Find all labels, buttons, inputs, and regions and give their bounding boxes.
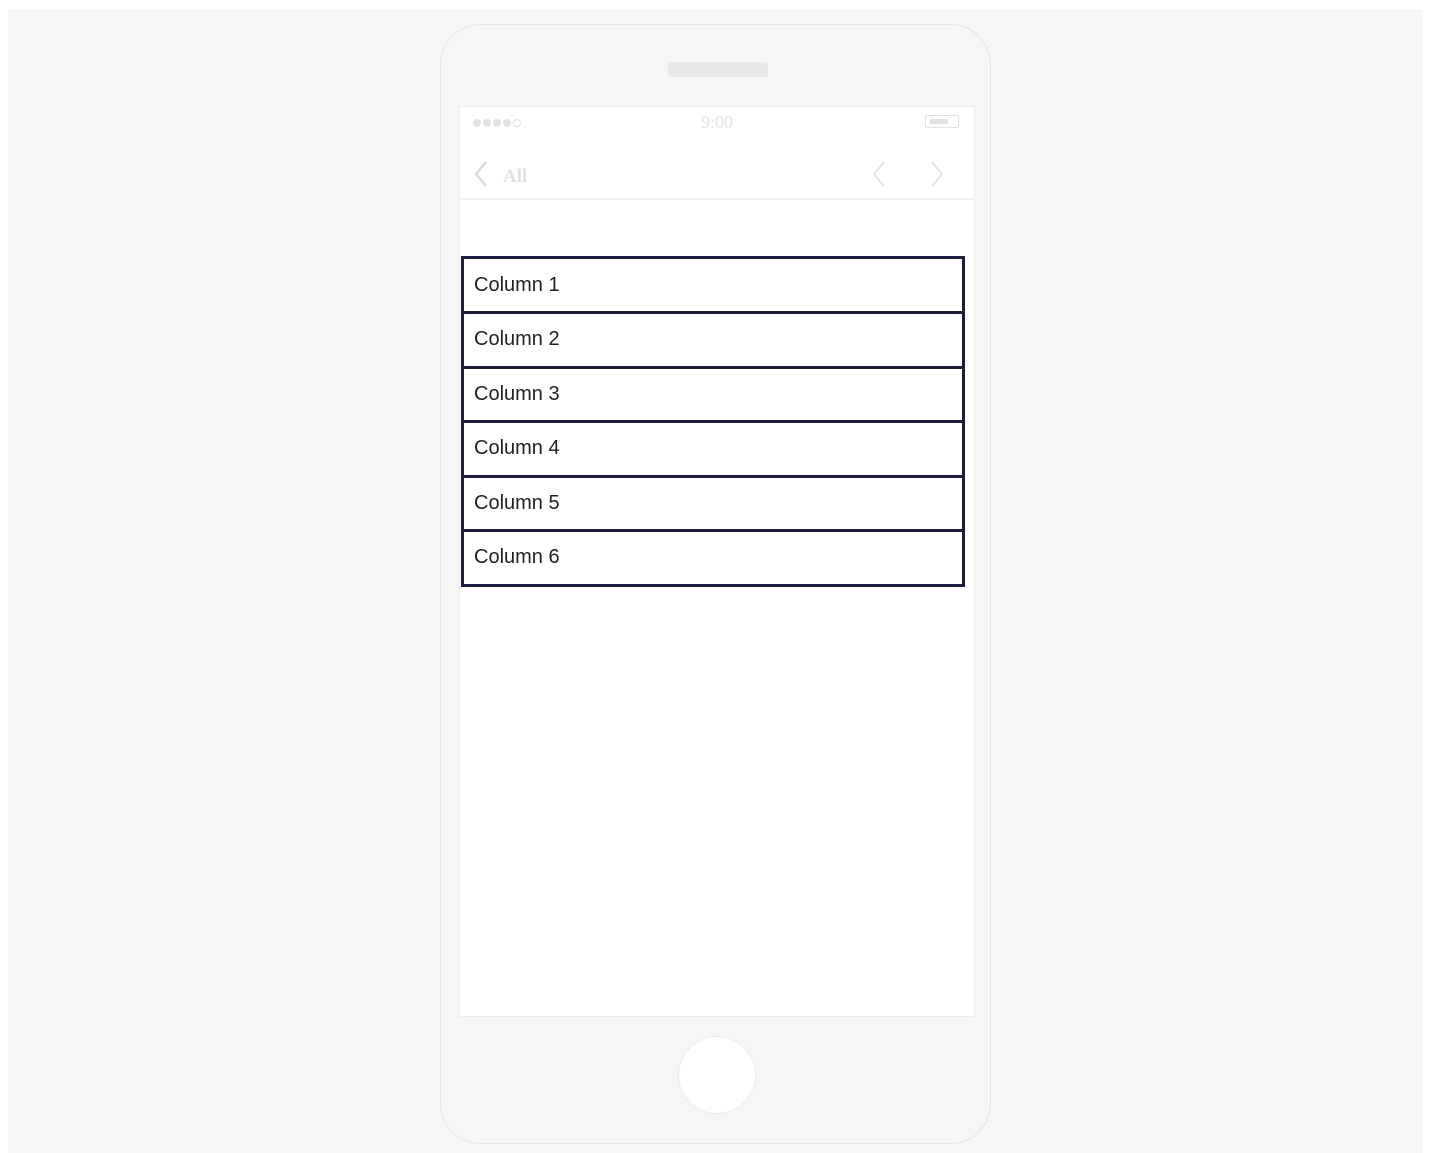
list-item[interactable]: Column 6 [464, 529, 962, 584]
list-item[interactable]: Column 3 [464, 365, 962, 421]
list-item[interactable]: Column 4 [464, 420, 962, 475]
chevron-left-icon [473, 160, 489, 193]
status-bar: 9:00 [459, 106, 975, 140]
next-button[interactable] [929, 160, 945, 193]
status-time: 9:00 [700, 112, 733, 132]
phone-speaker [668, 62, 768, 77]
battery-icon [925, 115, 959, 128]
previous-button[interactable] [871, 160, 887, 193]
chevron-left-icon [871, 161, 887, 192]
home-button[interactable] [678, 1036, 756, 1114]
chevron-right-icon [929, 161, 945, 192]
back-label: All [503, 165, 528, 187]
list-item[interactable]: Column 5 [464, 474, 962, 530]
list-item[interactable]: Column 2 [464, 311, 962, 366]
list-item[interactable]: Column 1 [464, 259, 962, 311]
nav-bar: All [459, 146, 975, 200]
column-list: Column 1 Column 2 Column 3 Column 4 Colu… [461, 256, 965, 587]
back-button[interactable]: All [473, 160, 527, 193]
